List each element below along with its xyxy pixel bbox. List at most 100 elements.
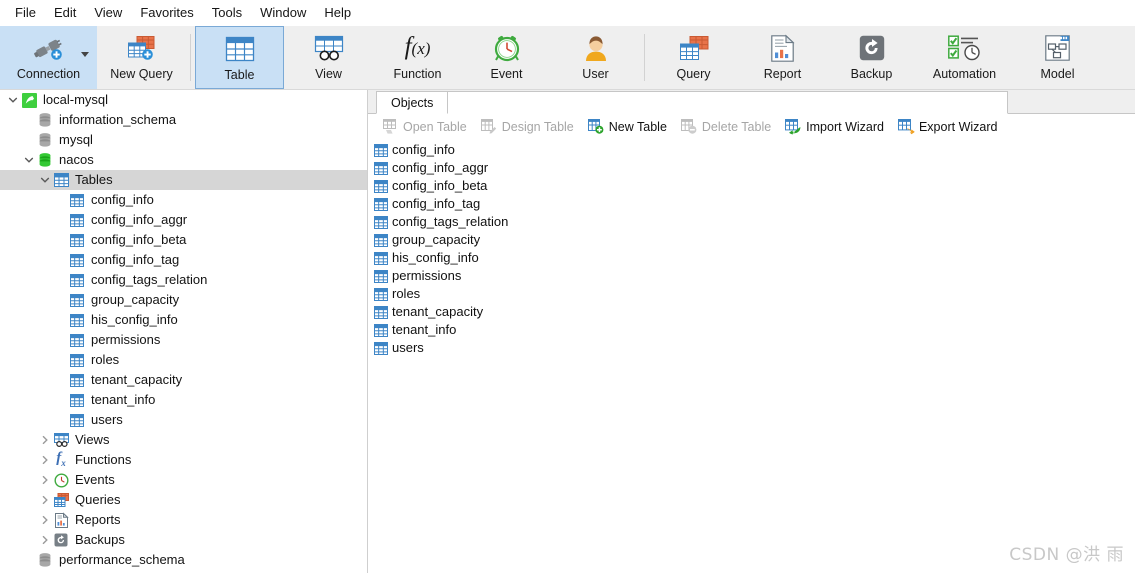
toolbar-button-label: Connection [16, 67, 81, 81]
object-list-item-label: config_info [392, 142, 455, 157]
tree-item-config-tags-relation[interactable]: config_tags_relation [0, 270, 367, 290]
toolbar-button-connection[interactable]: Connection [0, 26, 97, 89]
table-node-icon [68, 191, 86, 209]
object-list-item[interactable]: config_info_tag [368, 195, 1135, 213]
tree-item-config-info-tag[interactable]: config_info_tag [0, 250, 367, 270]
toolbar-button-report[interactable]: Report [738, 26, 827, 89]
chevron-right-icon[interactable] [38, 510, 52, 530]
object-list-item[interactable]: group_capacity [368, 231, 1135, 249]
chevron-right-icon[interactable] [38, 490, 52, 510]
toolbar-button-label: View [315, 67, 342, 81]
chevron-right-icon[interactable] [38, 530, 52, 550]
tree-item-functions[interactable]: fx Functions [0, 450, 367, 470]
reports-folder-icon [52, 511, 70, 529]
menu-view[interactable]: View [85, 3, 131, 23]
toolbar-button-user[interactable]: User [551, 26, 640, 89]
tree-item-nacos[interactable]: nacos [0, 150, 367, 170]
toolbar-button-label: Event [490, 67, 523, 81]
object-toolbar-new-table-button[interactable]: New Table [582, 116, 673, 138]
tree-item-mysql[interactable]: mysql [0, 130, 367, 150]
tree-item-his-config-info[interactable]: his_config_info [0, 310, 367, 330]
chevron-down-icon[interactable] [22, 150, 36, 170]
import-wizard-icon [785, 119, 802, 135]
menu-favorites[interactable]: Favorites [131, 3, 202, 23]
tree-item-label: config_info [91, 192, 154, 207]
object-list-item[interactable]: users [368, 339, 1135, 357]
tree-item-events[interactable]: Events [0, 470, 367, 490]
tree-item-performance-schema[interactable]: performance_schema [0, 550, 367, 570]
menu-edit[interactable]: Edit [45, 3, 85, 23]
tree-item-config-info-aggr[interactable]: config_info_aggr [0, 210, 367, 230]
tree-item-group-capacity[interactable]: group_capacity [0, 290, 367, 310]
open-table-icon [382, 119, 399, 135]
toolbar-button-label: Query [676, 67, 711, 81]
tree-item-tables[interactable]: Tables [0, 170, 367, 190]
toolbar-button-view[interactable]: View [284, 26, 373, 89]
object-toolbar-label: Export Wizard [918, 119, 998, 134]
tree-item-backups[interactable]: Backups [0, 530, 367, 550]
menu-window[interactable]: Window [251, 3, 315, 23]
toolbar-button-function[interactable]: f(x) Function [373, 26, 462, 89]
object-list-item[interactable]: roles [368, 285, 1135, 303]
object-list-item[interactable]: config_info_beta [368, 177, 1135, 195]
backup-icon [859, 32, 885, 64]
menu-file[interactable]: File [6, 3, 45, 23]
query-icon [679, 32, 709, 64]
chevron-right-icon[interactable] [38, 450, 52, 470]
toolbar-button-query[interactable]: Query [649, 26, 738, 89]
table-icon [225, 33, 254, 65]
toolbar-button-model[interactable]: Model [1013, 26, 1102, 89]
object-action-toolbar: Open Table Design Table New Table Delete Ta… [368, 114, 1135, 139]
tree-item-local-mysql[interactable]: local-mysql [0, 90, 367, 110]
menu-help[interactable]: Help [315, 3, 360, 23]
toolbar-button-new-query[interactable]: New Query [97, 26, 186, 89]
table-node-icon [374, 233, 388, 247]
tree-item-tenant-info[interactable]: tenant_info [0, 390, 367, 410]
chevron-down-icon[interactable] [38, 170, 52, 190]
object-list: config_info config_info_aggr config_info_b… [368, 139, 1135, 573]
report-icon [771, 32, 795, 64]
object-toolbar-export-wizard-button[interactable]: Export Wizard [892, 116, 1004, 138]
tab-objects[interactable]: Objects [376, 91, 449, 114]
tree-item-tenant-capacity[interactable]: tenant_capacity [0, 370, 367, 390]
object-list-item[interactable]: tenant_capacity [368, 303, 1135, 321]
object-toolbar-import-wizard-button[interactable]: Import Wizard [779, 116, 890, 138]
object-list-item[interactable]: config_tags_relation [368, 213, 1135, 231]
tree-item-information-schema[interactable]: information_schema [0, 110, 367, 130]
table-node-icon [374, 341, 388, 355]
toolbar-button-table[interactable]: Table [195, 26, 284, 89]
toolbar-button-label: Table [224, 68, 255, 82]
object-list-item[interactable]: config_info_aggr [368, 159, 1135, 177]
tree-item-permissions[interactable]: permissions [0, 330, 367, 350]
toolbar-button-automation[interactable]: Automation [916, 26, 1013, 89]
object-list-item[interactable]: permissions [368, 267, 1135, 285]
tree-item-users[interactable]: users [0, 410, 367, 430]
new-query-icon [126, 32, 158, 64]
menu-tools[interactable]: Tools [203, 3, 251, 23]
chevron-right-icon[interactable] [38, 470, 52, 490]
object-list-item[interactable]: config_info [368, 141, 1135, 159]
tree-item-views[interactable]: Views [0, 430, 367, 450]
object-list-item[interactable]: tenant_info [368, 321, 1135, 339]
object-toolbar-label: Delete Table [701, 119, 772, 134]
chevron-down-icon[interactable] [6, 90, 20, 110]
object-list-item-label: tenant_info [392, 322, 457, 337]
chevron-right-icon[interactable] [38, 430, 52, 450]
tree-item-reports[interactable]: Reports [0, 510, 367, 530]
chevron-down-icon[interactable] [81, 52, 89, 57]
database-gray-icon [36, 111, 54, 129]
tree-item-queries[interactable]: Queries [0, 490, 367, 510]
tree-item-config-info[interactable]: config_info [0, 190, 367, 210]
toolbar-button-backup[interactable]: Backup [827, 26, 916, 89]
object-list-item-label: config_info_aggr [392, 160, 489, 175]
object-list-item-label: group_capacity [392, 232, 481, 247]
toolbar-button-label: User [582, 67, 609, 81]
toolbar-button-event[interactable]: Event [462, 26, 551, 89]
tree-item-config-info-beta[interactable]: config_info_beta [0, 230, 367, 250]
tree-item-roles[interactable]: roles [0, 350, 367, 370]
object-list-item[interactable]: his_config_info [368, 249, 1135, 267]
